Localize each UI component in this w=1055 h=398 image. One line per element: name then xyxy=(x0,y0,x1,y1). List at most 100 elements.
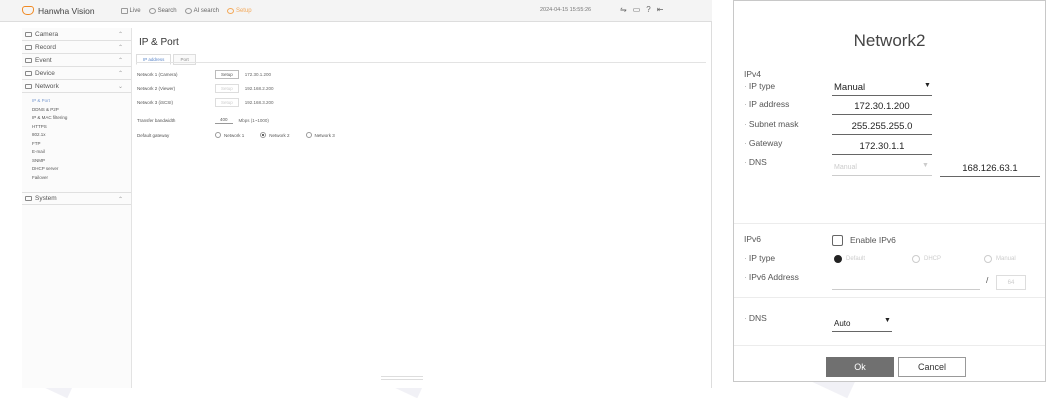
gateway-network2-radio[interactable]: Network 2 xyxy=(260,132,290,138)
ip-address-label: · IP address xyxy=(744,99,790,109)
sidebar-subitem-dhcp[interactable]: DHCP server xyxy=(22,165,131,174)
enable-ipv6-label: Enable IPv6 xyxy=(850,235,896,245)
sidebar-subitem-https[interactable]: HTTPS xyxy=(22,123,131,132)
gear-icon xyxy=(226,7,234,14)
network3-row: Network 3 (iSCSI) Setup 192.168.3.200 xyxy=(137,98,274,107)
dropdown-arrow-icon: ▼ xyxy=(884,317,891,324)
main-window: Hanwha Vision Live Search AI search Setu… xyxy=(0,0,712,388)
connection-icon[interactable]: ⇋ xyxy=(620,5,627,15)
hanwha-logo-icon xyxy=(22,6,34,15)
ok-button[interactable]: Ok xyxy=(826,357,894,377)
enable-ipv6-checkbox[interactable] xyxy=(832,235,843,246)
sidebar-subitem-ip-mac[interactable]: IP & MAC filtering xyxy=(22,114,131,123)
sidebar-item-record[interactable]: Record ⌃ xyxy=(22,41,131,54)
chevron-icon: ⌄ xyxy=(117,84,123,90)
ip-address-input[interactable]: 172.30.1.200 xyxy=(832,100,932,115)
brand-name: Hanwha Vision xyxy=(38,5,95,16)
subnet-mask-label: · Subnet mask xyxy=(744,119,799,129)
network1-row: Network 1 (Camera) Setup 172.30.1.200 xyxy=(137,70,271,79)
ipv6-dns-label: · DNS xyxy=(744,313,767,323)
logout-icon[interactable]: ⇤ xyxy=(657,5,664,15)
sidebar-subitem-email[interactable]: E-mail xyxy=(22,148,131,157)
event-icon xyxy=(25,57,32,63)
tab-ip-address[interactable]: IP address xyxy=(136,54,172,65)
dns-label: · DNS xyxy=(744,157,767,167)
dns-input[interactable]: 168.126.63.1 xyxy=(940,162,1040,177)
monitor-icon xyxy=(120,7,128,14)
network3-setup-button[interactable]: Setup xyxy=(215,98,239,107)
sidebar-subitem-failover[interactable]: Failover xyxy=(22,174,131,183)
network2-dialog: Network2 IPv4 · IP type Manual ▼ · IP addr… xyxy=(733,0,1046,382)
sidebar-subitem-ip-port[interactable]: IP & Port xyxy=(22,97,131,106)
search-icon xyxy=(148,7,156,14)
sidebar-subitem-ddns[interactable]: DDNS & P2P xyxy=(22,106,131,115)
ipv6-default-radio[interactable] xyxy=(834,255,842,263)
top-bar: Hanwha Vision Live Search AI search Setu… xyxy=(0,0,712,22)
ipv6-prefix-input[interactable]: 64 xyxy=(996,275,1026,290)
ipv6-address-input[interactable] xyxy=(832,275,980,290)
sidebar-item-event[interactable]: Event ⌃ xyxy=(22,54,131,67)
help-icon[interactable]: ? xyxy=(646,5,650,15)
record-icon xyxy=(25,44,32,50)
chevron-icon: ⌃ xyxy=(117,58,123,64)
dropdown-arrow-icon: ▼ xyxy=(924,82,931,89)
network1-label: Network 1 (Camera) xyxy=(137,72,178,77)
gateway-row: Default gateway Network 1 Network 2 Netw… xyxy=(137,132,351,138)
cancel-button[interactable]: Cancel xyxy=(898,357,966,377)
tab-bar: IP address Port xyxy=(136,54,198,65)
page-title: IP & Port xyxy=(139,37,179,48)
nav-live[interactable]: Live xyxy=(120,7,141,14)
dropdown-arrow-icon: ▼ xyxy=(922,162,929,169)
section-divider xyxy=(734,297,1045,298)
sidebar-item-camera[interactable]: Camera ⌃ xyxy=(22,28,131,41)
gateway-input[interactable]: 172.30.1.1 xyxy=(832,140,932,155)
ai-search-icon xyxy=(184,7,192,14)
footer-divider xyxy=(734,345,1045,346)
gateway-network1-radio[interactable]: Network 1 xyxy=(215,132,244,138)
gateway-label: · Gateway xyxy=(744,138,783,148)
network1-ip: 172.30.1.200 xyxy=(244,72,272,77)
sidebar-item-network[interactable]: Network ⌄ xyxy=(22,80,131,93)
datetime: 2024-04-15 15:55:26 xyxy=(540,7,592,13)
tab-divider xyxy=(136,62,706,63)
sidebar-subitem-8021x[interactable]: 802.1x xyxy=(22,131,131,140)
gateway-network3-radio[interactable]: Network 3 xyxy=(305,132,335,138)
subnet-mask-input[interactable]: 255.255.255.0 xyxy=(832,120,932,135)
network2-ip: 192.168.2.200 xyxy=(244,86,274,91)
sidebar-subitem-snmp[interactable]: SNMP xyxy=(22,157,131,166)
ipv6-type-label: · IP type xyxy=(744,253,776,263)
network3-label: Network 3 (iSCSI) xyxy=(137,100,174,105)
network3-ip: 192.168.3.200 xyxy=(244,100,274,105)
ipv6-manual-radio[interactable] xyxy=(984,255,992,263)
sidebar-item-device[interactable]: Device ⌃ xyxy=(22,67,131,80)
ipv6-dhcp-radio[interactable] xyxy=(912,255,920,263)
tab-port[interactable]: Port xyxy=(173,54,196,65)
ipv6-dns-select[interactable]: Auto xyxy=(832,317,892,332)
bandwidth-label: Transfer bandwidth xyxy=(137,117,176,123)
network2-row: Network 2 (Viewer) Setup 192.168.2.200 xyxy=(137,84,274,93)
ipv6-prefix-separator: / xyxy=(986,275,989,285)
camera-icon xyxy=(25,31,32,37)
nav-ai-search[interactable]: AI search xyxy=(184,7,219,14)
network2-setup-button[interactable]: Setup xyxy=(215,84,239,93)
sidebar-item-system[interactable]: System ⌃ xyxy=(22,192,131,205)
dialog-title: Network2 xyxy=(853,31,926,50)
user-icon[interactable]: ▭ xyxy=(633,5,641,15)
system-icon xyxy=(25,196,32,201)
ipv6-manual-label: Manual xyxy=(996,256,1016,262)
chevron-icon: ⌃ xyxy=(117,197,123,203)
bandwidth-input[interactable]: 400 xyxy=(215,116,233,124)
ip-type-select[interactable]: Manual xyxy=(832,81,932,96)
dns-mode-select[interactable]: Manual xyxy=(832,161,932,176)
network1-setup-button[interactable]: Setup xyxy=(215,70,239,79)
network-icon xyxy=(25,83,32,89)
sidebar: Camera ⌃ Record ⌃ Event ⌃ Device ⌃ Network ⌄ … xyxy=(22,28,132,388)
sidebar-subitem-ftp[interactable]: FTP xyxy=(22,140,131,149)
device-icon xyxy=(25,70,32,76)
ipv6-dhcp-label: DHCP xyxy=(924,256,942,262)
ipv6-section-label: IPv6 xyxy=(744,234,762,244)
content-area: IP & Port IP address Port Network 1 (Cam… xyxy=(133,28,712,388)
nav-setup[interactable]: Setup xyxy=(226,7,252,14)
bandwidth-row: Transfer bandwidth 400 Mbps (1~1000) xyxy=(137,116,269,124)
nav-search[interactable]: Search xyxy=(148,7,177,14)
